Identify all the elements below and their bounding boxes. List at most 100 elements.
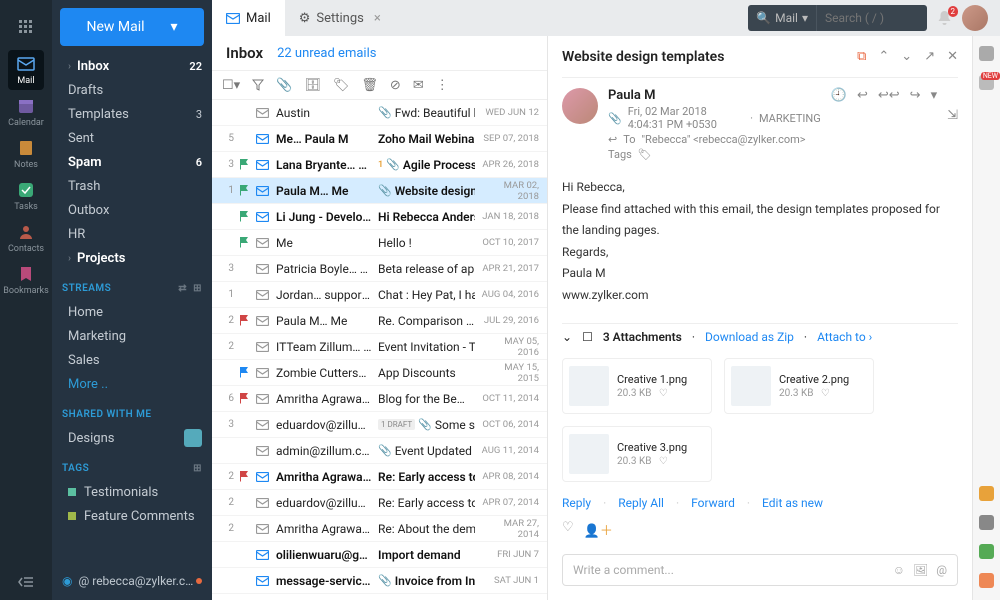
widget-settings-icon[interactable] [979, 46, 994, 61]
spam-icon[interactable]: ⊘ [390, 78, 401, 93]
emoji-icon[interactable]: ☺ [893, 563, 905, 577]
folder-outbox[interactable]: Outbox [52, 198, 212, 222]
edit-as-new-link[interactable]: Edit as new [762, 496, 823, 510]
filter-icon[interactable] [252, 79, 264, 91]
email-row[interactable]: Li Jung - DeveloperHi Rebecca Anderson, … [212, 204, 547, 230]
notes-app[interactable]: Notes [8, 134, 44, 174]
stream-home[interactable]: Home [52, 300, 212, 324]
calendar-app[interactable]: Calendar [8, 92, 44, 132]
streams-settings-icon[interactable]: ⇄ [178, 283, 187, 294]
notifications-icon[interactable]: 2 [937, 10, 952, 26]
bookmarks-app[interactable]: Bookmarks [8, 260, 44, 300]
reply-all-link[interactable]: Reply All [618, 496, 664, 510]
folder-drafts[interactable]: Drafts [52, 78, 212, 102]
collapse-sidebar-icon[interactable] [18, 576, 34, 588]
tag-feature-comments[interactable]: Feature Comments [52, 504, 212, 528]
reply-inline-icon[interactable]: ↩ [608, 133, 617, 146]
invite-icon[interactable]: 👤＋ [584, 520, 613, 539]
email-row[interactable]: 2Amritha Agrawal…Re: About the demo pr…M… [212, 516, 547, 542]
email-row[interactable]: 5Me… Paula MZoho Mail WebinarSEP 07, 201… [212, 126, 547, 152]
next-email-icon[interactable]: ⌄ [901, 49, 912, 64]
widget-v-icon[interactable]: NEW [979, 75, 994, 90]
widget-chat-icon[interactable] [979, 573, 994, 588]
email-row[interactable]: Zombie Cutters… le…App DiscountsMAY 15, … [212, 360, 547, 386]
folder-spam[interactable]: Spam6 [52, 150, 212, 174]
email-row[interactable]: MeHello !OCT 10, 2017 [212, 230, 547, 256]
toggle-attachments-icon[interactable]: ⌄ [562, 330, 572, 344]
popout-icon[interactable]: ↗ [924, 49, 935, 64]
reply-icon[interactable]: ↩ [857, 88, 868, 161]
flag-icon[interactable] [240, 471, 250, 482]
attach-comment-icon[interactable]: 🖼 [913, 563, 928, 577]
email-row[interactable]: Austin📎Fwd: Beautiful locati…WED JUN 12 [212, 100, 547, 126]
folder-inbox[interactable]: ›Inbox22 [52, 54, 212, 78]
add-tag-icon[interactable]: ⊞ [193, 463, 202, 474]
email-row[interactable]: 2Amritha Agrawal…Re: Early access to …AP… [212, 464, 547, 490]
folder-sent[interactable]: Sent [52, 126, 212, 150]
folder-templates[interactable]: Templates3 [52, 102, 212, 126]
close-icon[interactable]: × [374, 11, 381, 26]
mark-read-icon[interactable]: ✉ [413, 78, 424, 93]
widget-link-icon[interactable] [979, 544, 994, 559]
flag-icon[interactable] [240, 367, 250, 378]
email-row[interactable]: 2eduardov@zillum.c…Re: Early access to b… [212, 490, 547, 516]
contacts-app[interactable]: Contacts [8, 218, 44, 258]
email-row[interactable]: 2ITTeam Zillum… MeEvent Invitation - Tea… [212, 334, 547, 360]
search-scope-selector[interactable]: 🔍Mail▾ [748, 5, 817, 31]
reply-link[interactable]: Reply [562, 496, 591, 510]
mention-icon[interactable]: @ [936, 563, 947, 577]
folder-projects[interactable]: ›Projects [52, 246, 212, 270]
tab-settings[interactable]: ⚙Settings× [285, 0, 395, 36]
forward-icon[interactable]: ↪ [910, 88, 921, 161]
prev-email-icon[interactable]: ⌃ [878, 49, 889, 64]
reply-all-icon[interactable]: ↩↩ [878, 88, 900, 161]
more-icon[interactable]: ⋮ [436, 78, 449, 93]
search-box[interactable]: 🔍Mail▾ [748, 5, 927, 31]
email-row[interactable]: 6Amritha Agrawal…Blog for the Be…+1OCT 1… [212, 386, 547, 412]
email-row[interactable]: 3Lana Bryante… Me1📎Agile ProcessAPR 26, … [212, 152, 547, 178]
close-reader-icon[interactable]: ✕ [947, 49, 958, 64]
folder-hr[interactable]: HR [52, 222, 212, 246]
select-attachments-checkbox[interactable]: ☐ [582, 330, 593, 344]
comment-input[interactable]: Write a comment... ☺🖼@ [562, 554, 958, 586]
flag-icon[interactable] [240, 393, 250, 404]
tasks-app[interactable]: Tasks [8, 176, 44, 216]
tag-icon[interactable]: 🏷 [333, 78, 350, 93]
stream-marketing[interactable]: Marketing [52, 324, 212, 348]
email-row[interactable]: 3eduardov@zillum.c…1 DRAFT📎Some snaps f…… [212, 412, 547, 438]
email-row[interactable]: message-service@…📎Invoice from Invoice …… [212, 568, 547, 594]
flag-icon[interactable] [240, 185, 250, 196]
email-row[interactable]: olilienwuaru@gmai…Import demandFRI JUN 7 [212, 542, 547, 568]
apps-menu-icon[interactable] [8, 8, 44, 48]
pane-toggle-icon[interactable]: ⧉ [857, 49, 866, 64]
more-actions-icon[interactable]: ▾ [931, 88, 938, 161]
email-row[interactable]: 1Jordan… support@z…Chat : Hey Pat, I hav… [212, 282, 547, 308]
attach-to-link[interactable]: Attach to › [817, 330, 872, 344]
flag-icon[interactable] [240, 237, 250, 248]
unread-count[interactable]: 22 unread emails [277, 46, 376, 61]
add-tag-inline-icon[interactable]: 🏷 [638, 148, 652, 161]
flag-icon[interactable] [240, 159, 250, 170]
like-icon[interactable]: ♡ [562, 520, 574, 539]
forward-link[interactable]: Forward [691, 496, 735, 510]
attachment-card[interactable]: Creative 1.png20.3 KB ♡ [562, 358, 712, 414]
share-icon[interactable]: ⇲ [947, 108, 958, 161]
shared-designs[interactable]: Designs [52, 426, 212, 450]
email-row[interactable]: 1Paula M… Me📎Website design temp…MAR 02,… [212, 178, 547, 204]
email-row[interactable]: 2Paula M… MeRe. Comparison …JUL 29, 2016 [212, 308, 547, 334]
stream-more[interactable]: More .. [52, 372, 212, 396]
flag-icon[interactable] [240, 211, 250, 222]
archive-icon[interactable]: 🗄 [304, 78, 321, 93]
new-mail-button[interactable]: New Mail▾ [60, 8, 204, 46]
flag-icon[interactable] [240, 315, 250, 326]
attachment-card[interactable]: Creative 2.png20.3 KB ♡ [724, 358, 874, 414]
email-row[interactable]: 3Patricia Boyle… MeBeta release of appli… [212, 256, 547, 282]
tab-mail[interactable]: Mail [212, 0, 285, 36]
reminder-icon[interactable]: 🕘 [831, 88, 847, 161]
email-row[interactable]: admin@zillum.com📎Event Updated - De…AUG … [212, 438, 547, 464]
folder-trash[interactable]: Trash [52, 174, 212, 198]
select-all-checkbox[interactable]: ☐▾ [222, 78, 240, 93]
attachment-filter-icon[interactable]: 📎 [276, 78, 292, 93]
search-input[interactable] [817, 11, 927, 25]
attachment-card[interactable]: Creative 3.png20.3 KB ♡ [562, 426, 712, 482]
